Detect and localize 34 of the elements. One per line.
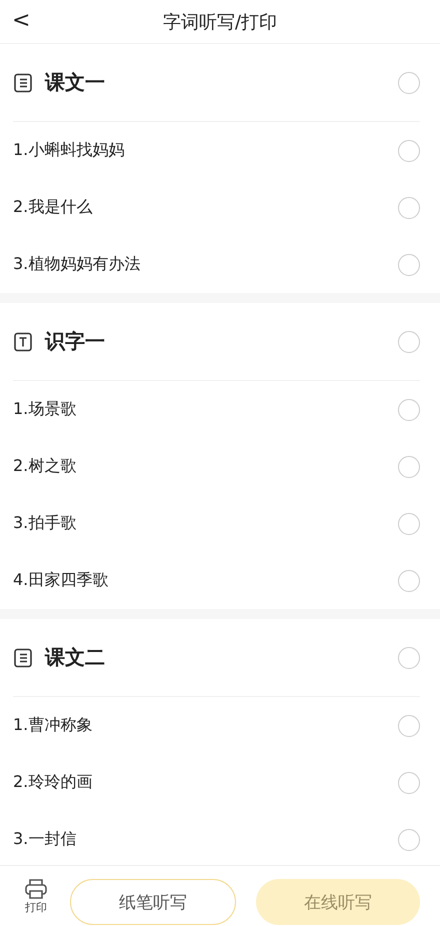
select-radio[interactable] <box>398 456 420 478</box>
list-icon <box>13 648 33 668</box>
back-button[interactable]: < <box>12 8 30 33</box>
select-radio[interactable] <box>398 512 420 534</box>
select-radio[interactable] <box>398 254 420 276</box>
select-radio[interactable] <box>398 828 420 850</box>
select-radio[interactable] <box>398 714 420 736</box>
select-radio[interactable] <box>398 398 420 420</box>
lesson-item[interactable]: 1.曹冲称象 <box>13 715 398 736</box>
lesson-item[interactable]: 3.拍手歌 <box>13 513 398 534</box>
select-radio[interactable] <box>398 140 420 162</box>
lesson-item[interactable]: 2.树之歌 <box>13 456 398 477</box>
select-radio[interactable] <box>398 330 420 352</box>
lesson-item[interactable]: 3.一封信 <box>13 829 398 850</box>
section-title: 课文一 <box>45 69 106 96</box>
select-radio[interactable] <box>398 72 420 94</box>
print-label: 打印 <box>25 900 47 914</box>
select-radio[interactable] <box>398 570 420 592</box>
select-radio[interactable] <box>398 646 420 668</box>
page-title: 字词听写/打印 <box>162 10 278 34</box>
lesson-item[interactable]: 2.玲玲的画 <box>13 772 398 793</box>
lesson-item[interactable]: 1.小蝌蚪找妈妈 <box>13 140 398 161</box>
list-icon <box>13 72 33 92</box>
select-radio[interactable] <box>398 196 420 218</box>
paper-dictation-button[interactable]: 纸笔听写 <box>70 879 236 925</box>
section-title: 识字一 <box>45 328 106 355</box>
printer-icon[interactable] <box>24 878 48 900</box>
lesson-item[interactable]: 3.植物妈妈有办法 <box>13 254 398 275</box>
select-radio[interactable] <box>398 772 420 794</box>
lesson-item[interactable]: 1.场景歌 <box>13 399 398 420</box>
lesson-item[interactable]: 4.田家四季歌 <box>13 570 398 591</box>
text-icon <box>13 332 33 352</box>
section-title: 课文二 <box>45 644 106 671</box>
lesson-item[interactable]: 2.我是什么 <box>13 197 398 218</box>
